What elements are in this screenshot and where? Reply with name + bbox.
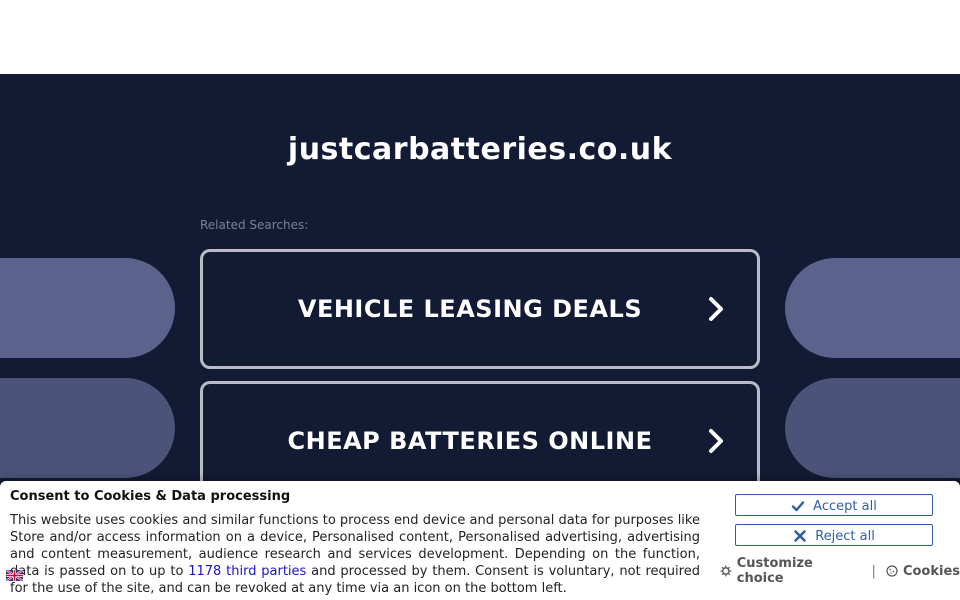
cookie-icon <box>886 565 898 577</box>
consent-title: Consent to Cookies & Data processing <box>10 489 291 504</box>
decorative-pill-left-top <box>0 258 175 358</box>
page: justcarbatteries.co.uk Related Searches:… <box>0 0 960 600</box>
accept-all-label: Accept all <box>813 498 877 514</box>
decorative-pill-right-bottom <box>785 378 960 478</box>
consent-text: This website uses cookies and similar fu… <box>10 512 700 597</box>
customize-choice-label: Customize choice <box>736 556 813 586</box>
search-link-vehicle-leasing[interactable]: VEHICLE LEASING DEALS <box>200 249 760 369</box>
gear-icon <box>720 565 732 577</box>
search-link-label: VEHICLE LEASING DEALS <box>297 295 643 323</box>
cookies-label: Cookies <box>902 563 960 579</box>
check-icon <box>791 501 805 512</box>
close-icon <box>794 530 806 542</box>
accept-all-button[interactable]: Accept all <box>735 494 933 516</box>
related-searches-label: Related Searches: <box>200 218 309 232</box>
consent-links-row: Customize choice | Cookies <box>720 556 960 586</box>
third-parties-link[interactable]: 1178 third parties <box>188 564 306 579</box>
cookie-consent-banner: Consent to Cookies & Data processing Thi… <box>0 481 960 600</box>
top-blank-bar <box>0 0 960 74</box>
reject-all-label: Reject all <box>815 528 875 544</box>
decorative-pill-right-top <box>785 258 960 358</box>
domain-title: justcarbatteries.co.uk <box>287 132 673 167</box>
reject-all-button[interactable]: Reject all <box>735 524 933 546</box>
cookies-link[interactable]: Cookies <box>886 564 960 579</box>
customize-choice-link[interactable]: Customize choice <box>720 556 862 586</box>
chevron-right-icon <box>709 297 723 321</box>
uk-flag-icon[interactable] <box>6 570 23 581</box>
links-separator: | <box>871 563 876 579</box>
chevron-right-icon <box>709 429 723 453</box>
decorative-pill-left-bottom <box>0 378 175 478</box>
